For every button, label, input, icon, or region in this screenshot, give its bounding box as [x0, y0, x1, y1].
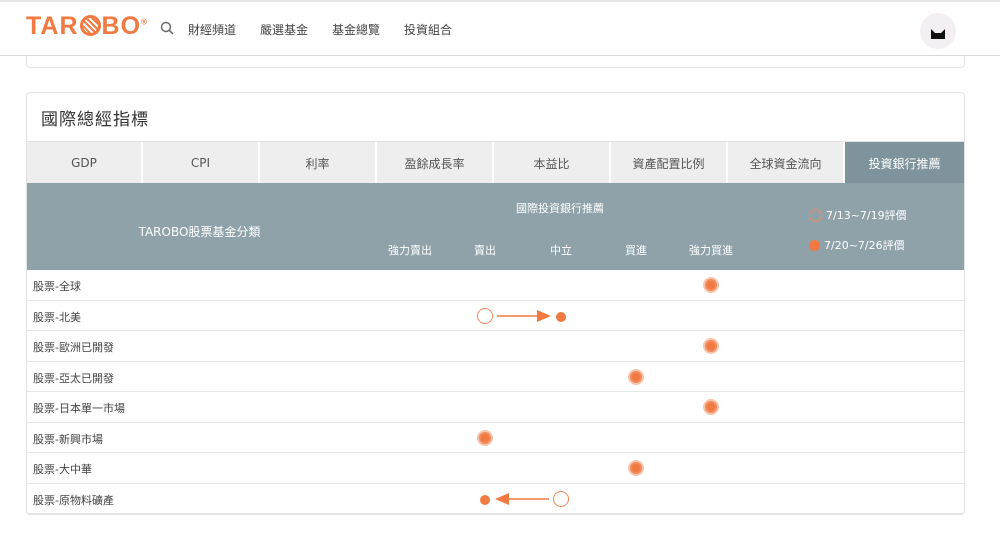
macro-indicator-card: 國際總經指標 GDP CPI 利率 盈餘成長率 本益比 資產配置比例 全球資金流向 投資銀行推… — [26, 92, 965, 515]
tab-5[interactable]: 資產配置比例 — [611, 142, 728, 184]
logo-ring-icon — [79, 15, 101, 36]
arrow-right-icon — [497, 309, 551, 322]
nav-link[interactable]: 投資組合 — [404, 21, 452, 38]
column-header: 中立 — [550, 244, 572, 257]
fund-category-label: 股票-原物料礦產 — [33, 493, 114, 507]
fund-category-label: 股票-新興市場 — [33, 432, 103, 446]
tab-6[interactable]: 全球資金流向 — [728, 142, 845, 184]
column-header: 強力賣出 — [388, 244, 432, 257]
table-row: 股票-歐洲已開發 — [27, 331, 964, 362]
previous-card-edge — [26, 56, 965, 68]
table-header: TAROBO股票基金分類 國際投資銀行推薦 強力賣出 賣出 中立 買進 強力買進 7/1… — [27, 183, 964, 270]
column-header: 買進 — [625, 244, 647, 257]
search-icon[interactable] — [160, 21, 174, 35]
tarobo-logo[interactable]: TAR BO® — [26, 12, 148, 41]
arrow-left-icon — [495, 492, 549, 505]
current-rating-marker — [703, 277, 719, 293]
column-header: 強力買進 — [689, 244, 733, 257]
previous-rating-marker — [477, 307, 493, 324]
bank-recommendation-header: 國際投資銀行推薦 — [516, 202, 604, 215]
fund-category-label: 股票-北美 — [33, 310, 81, 324]
table-body: 股票-全球股票-北美股票-歐洲已開發 股票-亞太已開發 股票-日本單一市場 股票-新興… — [27, 270, 964, 514]
previous-rating-marker — [553, 490, 569, 507]
current-rating-dot — [556, 311, 566, 322]
table-row: 股票-日本單一市場 — [27, 392, 964, 423]
tab-3[interactable]: 盈餘成長率 — [377, 142, 494, 184]
column-header: 賣出 — [474, 244, 496, 257]
table-row: 股票-大中華 — [27, 453, 964, 484]
hollow-circle-icon — [809, 208, 822, 222]
filled-circle-icon — [809, 239, 820, 251]
tab-0[interactable]: GDP — [27, 142, 143, 184]
fund-category-label: 股票-全球 — [33, 280, 81, 293]
legend-previous: 7/13~7/19評價 — [809, 207, 907, 223]
tab-4[interactable]: 本益比 — [494, 142, 611, 184]
nav-link[interactable]: 基金總覽 — [332, 21, 380, 38]
top-navbar: TAR BO® 財經頻道 嚴選基金 基金總覽 投資組合 — [0, 0, 1000, 56]
fund-category-label: 股票-亞太已開發 — [33, 371, 114, 385]
table-row: 股票-北美 — [27, 301, 964, 331]
nav-link[interactable]: 嚴選基金 — [260, 21, 308, 38]
indicator-tabs: GDP CPI 利率 盈餘成長率 本益比 資產配置比例 全球資金流向 投資銀行推薦 — [27, 141, 964, 184]
nav-links: 財經頻道 嚴選基金 基金總覽 投資組合 — [188, 21, 476, 38]
current-rating-marker — [703, 338, 719, 354]
table-row: 股票-亞太已開發 — [27, 362, 964, 392]
tab-1[interactable]: CPI — [143, 142, 260, 184]
nav-link[interactable]: 財經頻道 — [188, 21, 236, 38]
tab-7[interactable]: 投資銀行推薦 — [845, 142, 964, 184]
current-rating-marker — [628, 368, 644, 385]
current-rating-marker — [477, 429, 493, 446]
table-row: 股票-全球 — [27, 270, 964, 301]
fund-category-label: 股票-歐洲已開發 — [33, 341, 114, 354]
legend-current: 7/20~7/26評價 — [809, 237, 905, 253]
current-rating-marker — [628, 460, 644, 476]
cat-icon — [931, 29, 945, 39]
tab-2[interactable]: 利率 — [260, 142, 377, 184]
fund-category-label: 股票-日本單一市場 — [33, 402, 125, 415]
avatar[interactable] — [920, 13, 956, 49]
fund-category-label: 股票-大中華 — [33, 463, 92, 476]
current-rating-marker — [703, 399, 719, 415]
current-rating-dot — [480, 494, 490, 505]
card-title: 國際總經指標 — [41, 110, 149, 130]
category-header: TAROBO股票基金分類 — [138, 225, 261, 239]
table-row: 股票-原物料礦產 — [27, 484, 964, 514]
table-row: 股票-新興市場 — [27, 423, 964, 453]
